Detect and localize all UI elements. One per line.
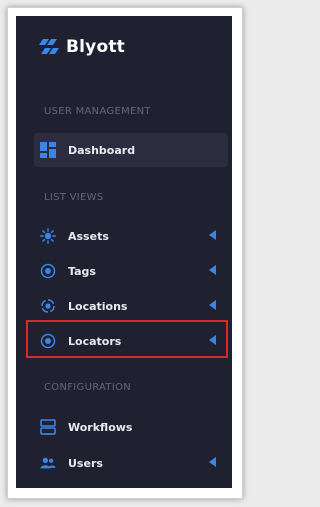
sun-icon xyxy=(40,228,56,244)
sidebar-item-locations[interactable]: Locations xyxy=(34,289,228,323)
sidebar-item-dashboard[interactable]: Dashboard xyxy=(34,133,228,167)
server-icon xyxy=(40,419,56,435)
chevron-left-icon[interactable] xyxy=(209,265,216,275)
sidebar-item-tags[interactable]: Tags xyxy=(34,254,228,288)
chevron-left-icon[interactable] xyxy=(209,230,216,240)
target-icon xyxy=(40,263,56,279)
sidebar-item-assets[interactable]: Assets xyxy=(34,219,228,253)
sidebar-item-users[interactable]: Users xyxy=(34,446,228,480)
users-icon xyxy=(40,455,56,471)
chevron-left-icon[interactable] xyxy=(209,457,216,467)
section-configuration: CONFIGURATION xyxy=(44,382,132,393)
target-icon xyxy=(40,333,56,349)
sidebar-item-workflows[interactable]: Workflows xyxy=(34,410,228,444)
sidebar-item-label: Locators xyxy=(68,334,122,348)
chevron-left-icon[interactable] xyxy=(209,335,216,345)
sidebar-item-label: Tags xyxy=(68,264,96,278)
crosshair-icon xyxy=(40,298,56,314)
sidebar-item-label: Dashboard xyxy=(68,143,136,157)
sidebar-item-label: Users xyxy=(68,456,103,470)
section-user-management: USER MANAGEMENT xyxy=(44,106,151,117)
brand-name: Blyott xyxy=(66,37,125,57)
sidebar-item-label: Assets xyxy=(68,229,109,243)
blyott-logo-icon xyxy=(39,39,59,54)
sidebar-item-label: Workflows xyxy=(68,420,133,434)
brand[interactable]: Blyott xyxy=(38,34,125,60)
section-list-views: LIST VIEWS xyxy=(44,192,104,203)
sidebar-item-label: Locations xyxy=(68,299,128,313)
chevron-left-icon[interactable] xyxy=(209,300,216,310)
dashboard-icon xyxy=(40,142,56,158)
sidebar-item-locators[interactable]: Locators xyxy=(34,324,228,358)
sidebar: Blyott USER MANAGEMENT Dashboard LIST VI… xyxy=(16,16,232,488)
